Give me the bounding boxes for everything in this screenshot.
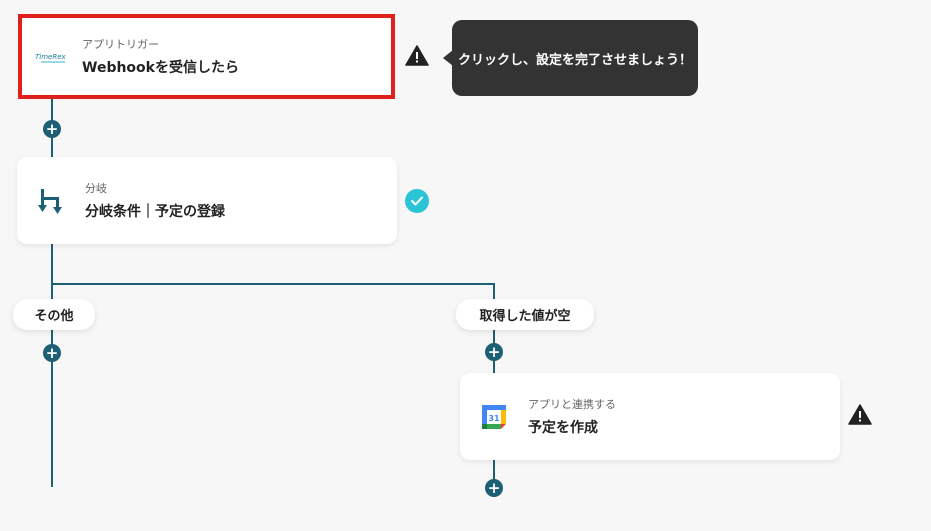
- add-step-button-left[interactable]: +: [43, 344, 61, 362]
- branch-icon: [17, 187, 85, 215]
- setup-tooltip: クリックし、設定を完了させましょう！: [443, 20, 698, 96]
- branch-label-other[interactable]: その他: [13, 299, 95, 330]
- branch-card[interactable]: 分岐 分岐条件｜予定の登録: [17, 157, 397, 244]
- warning-icon-calendar: [848, 404, 872, 429]
- check-icon: [405, 189, 429, 213]
- calendar-label: アプリと連携する: [528, 398, 616, 411]
- add-step-button-bottom[interactable]: +: [485, 479, 503, 497]
- calendar-icon-date: 31: [488, 414, 500, 423]
- timerex-logo: TimeRex: [22, 50, 82, 64]
- branch-title: 分岐条件｜予定の登録: [85, 204, 225, 220]
- calendar-card[interactable]: 31 アプリと連携する 予定を作成: [460, 373, 840, 460]
- branch-label-empty-text: 取得した値が空: [479, 309, 571, 324]
- branch-label-other-text: その他: [34, 309, 74, 324]
- warning-icon: [405, 45, 429, 70]
- tooltip-text: クリックし、設定を完了させましょう！: [457, 52, 692, 68]
- add-step-button-1[interactable]: +: [43, 120, 61, 138]
- branch-label: 分岐: [85, 182, 107, 195]
- connector-line-horizontal: [51, 283, 495, 285]
- trigger-title: Webhookを受信したら: [82, 60, 239, 76]
- google-calendar-icon: 31: [460, 404, 528, 429]
- trigger-card[interactable]: TimeRex アプリトリガー Webhookを受信したら: [22, 18, 391, 95]
- calendar-title: 予定を作成: [528, 420, 598, 436]
- timerex-logo-text: TimeRex: [35, 53, 67, 61]
- add-step-button-right[interactable]: +: [485, 343, 503, 361]
- tooltip-arrow: [443, 50, 453, 66]
- trigger-label: アプリトリガー: [82, 38, 159, 51]
- branch-label-empty[interactable]: 取得した値が空: [456, 299, 594, 330]
